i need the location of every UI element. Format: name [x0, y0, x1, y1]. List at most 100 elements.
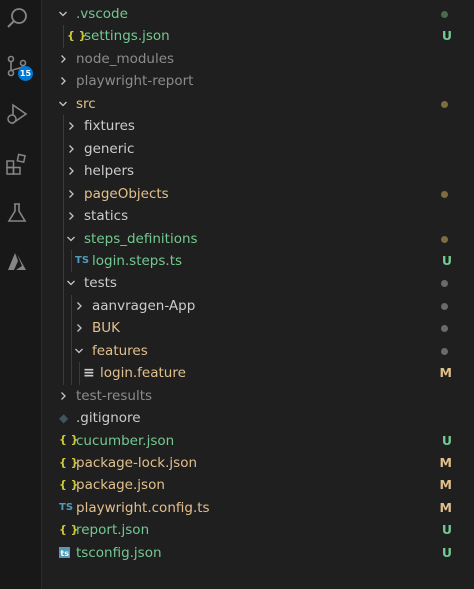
- file-row[interactable]: { } report.json U: [42, 519, 474, 541]
- git-status-badge: M: [439, 477, 452, 493]
- git-status-badge: M: [439, 499, 452, 515]
- tree-item-label: steps_definitions: [84, 230, 198, 247]
- tree-item-label: tests: [84, 275, 117, 292]
- tsconfig-file-icon: ts: [59, 542, 70, 564]
- feature-file-icon: ≡: [83, 364, 95, 381]
- git-status-badge: U: [441, 28, 452, 44]
- git-file-icon: ◆: [59, 410, 69, 425]
- tree-item-label: playwright-report: [76, 73, 194, 90]
- tree-item-label: package.json: [76, 477, 165, 494]
- file-row[interactable]: TS playwright.config.ts M: [42, 497, 474, 519]
- tree-item-label: aanvragen-App: [92, 297, 196, 314]
- chevron-right-icon[interactable]: [64, 160, 78, 182]
- tree-item-label: .gitignore: [76, 410, 141, 427]
- chevron-down-icon[interactable]: [64, 272, 78, 294]
- typescript-file-icon: TS: [75, 254, 90, 266]
- testing-flask-icon[interactable]: [3, 199, 31, 227]
- file-row[interactable]: { } settings.json U: [42, 25, 474, 47]
- folder-row[interactable]: playwright-report: [42, 70, 474, 92]
- chevron-down-icon[interactable]: [64, 228, 78, 250]
- git-decoration-dot: [441, 11, 448, 18]
- indent-guide: [63, 25, 64, 48]
- git-decoration-dot: [441, 325, 448, 333]
- explorer-tree: .vscode{ } settings.json Unode_modules play…: [42, 0, 474, 589]
- chevron-down-icon[interactable]: [56, 93, 70, 115]
- tree-item-label: generic: [84, 140, 135, 157]
- folder-row[interactable]: fixtures: [42, 115, 474, 137]
- folder-row[interactable]: .vscode: [42, 3, 474, 25]
- indent-guide: [71, 294, 72, 385]
- folder-row[interactable]: generic: [42, 138, 474, 160]
- tree-item-label: playwright.config.ts: [76, 499, 210, 516]
- typescript-file-icon: TS: [59, 501, 74, 513]
- git-decoration-dot: [441, 235, 448, 243]
- chevron-right-icon[interactable]: [64, 115, 78, 137]
- indent-guide: [71, 249, 72, 273]
- folder-row[interactable]: steps_definitions: [42, 228, 474, 250]
- tree-item-label: login.steps.ts: [92, 252, 183, 269]
- indent-guide: [79, 362, 80, 385]
- git-decoration-dot: [441, 347, 448, 355]
- tree-item-label: cucumber.json: [76, 432, 175, 449]
- folder-row[interactable]: node_modules: [42, 48, 474, 70]
- file-row[interactable]: ◆ .gitignore: [42, 407, 474, 429]
- chevron-right-icon[interactable]: [56, 385, 70, 407]
- indent-guide: [63, 115, 64, 385]
- source-control-badge: 15: [18, 66, 33, 81]
- tree-item-label: BUK: [92, 320, 120, 337]
- git-status-badge: M: [439, 455, 452, 470]
- folder-row[interactable]: test-results: [42, 385, 474, 407]
- git-status-badge: U: [441, 544, 452, 560]
- tree-item-label: features: [92, 342, 148, 359]
- folder-row[interactable]: helpers: [42, 160, 474, 182]
- tree-item-label: settings.json: [84, 28, 170, 45]
- tree-item-label: helpers: [84, 163, 135, 180]
- chevron-right-icon[interactable]: [56, 48, 70, 70]
- git-decoration-dot: [441, 280, 448, 288]
- tree-item-label: .vscode: [76, 6, 128, 22]
- tree-item-label: src: [76, 95, 96, 112]
- azure-icon[interactable]: [3, 248, 31, 276]
- git-status-badge: U: [441, 252, 452, 268]
- tree-item-label: statics: [84, 208, 129, 225]
- chevron-right-icon[interactable]: [64, 205, 78, 227]
- file-row[interactable]: { } cucumber.json U: [42, 430, 474, 452]
- folder-row[interactable]: src: [42, 93, 474, 115]
- chevron-down-icon[interactable]: [72, 340, 86, 362]
- file-row[interactable]: ts tsconfig.json U: [42, 542, 474, 564]
- chevron-right-icon[interactable]: [72, 295, 86, 317]
- extensions-icon[interactable]: [3, 150, 31, 178]
- folder-row[interactable]: statics: [42, 205, 474, 227]
- tree-item-label: login.feature: [100, 365, 186, 382]
- tsconfig-icon-glyph: ts: [59, 547, 70, 559]
- file-row[interactable]: { } package.json M: [42, 474, 474, 496]
- tree-item-label: tsconfig.json: [76, 544, 162, 561]
- folder-row[interactable]: features: [42, 340, 474, 362]
- search-icon[interactable]: [3, 4, 31, 32]
- tree-item-label: report.json: [76, 522, 150, 539]
- folder-row[interactable]: BUK: [42, 317, 474, 339]
- chevron-right-icon[interactable]: [72, 317, 86, 339]
- activity-bar: 15: [0, 0, 42, 589]
- chevron-down-icon[interactable]: [56, 3, 70, 25]
- file-row[interactable]: ≡ login.feature M: [42, 362, 474, 384]
- git-decoration-dot: [441, 100, 448, 108]
- folder-row[interactable]: pageObjects: [42, 183, 474, 205]
- git-status-badge: M: [439, 365, 452, 381]
- chevron-right-icon[interactable]: [64, 183, 78, 205]
- file-row[interactable]: { } package-lock.json M: [42, 452, 474, 474]
- git-status-badge: U: [441, 522, 452, 538]
- tree-item-label: fixtures: [84, 118, 135, 135]
- run-debug-icon[interactable]: [3, 100, 31, 128]
- tree-item-label: node_modules: [76, 50, 175, 67]
- folder-row[interactable]: aanvragen-App: [42, 295, 474, 317]
- tree-item-label: package-lock.json: [76, 455, 198, 471]
- chevron-right-icon[interactable]: [64, 138, 78, 160]
- folder-row[interactable]: tests: [42, 272, 474, 294]
- git-status-badge: U: [441, 432, 452, 448]
- git-decoration-dot: [441, 302, 448, 310]
- tree-item-label: pageObjects: [84, 185, 169, 202]
- chevron-right-icon[interactable]: [56, 70, 70, 92]
- file-row[interactable]: TS login.steps.ts U: [42, 250, 474, 272]
- tree-item-label: test-results: [76, 387, 153, 404]
